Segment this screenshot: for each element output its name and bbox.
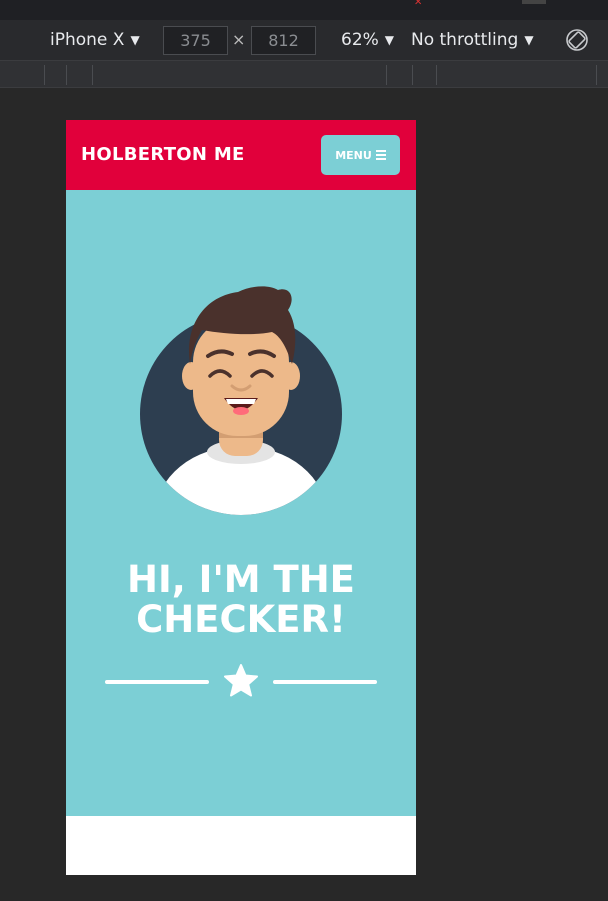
headline-line-1: HI, I'M THE <box>127 558 355 601</box>
avatar-illustration <box>140 286 342 515</box>
hero-headline: HI, I'M THE CHECKER! <box>66 560 416 640</box>
brand-logo[interactable]: HOLBERTON ME <box>81 120 245 190</box>
width-input[interactable]: 375 <box>163 26 228 55</box>
device-select[interactable]: iPhone X ▼ <box>50 20 140 60</box>
star-icon <box>224 664 258 697</box>
throttling-select[interactable]: No throttling ▼ <box>411 20 534 60</box>
zoom-select[interactable]: 62% ▼ <box>341 20 394 60</box>
page-below-fold <box>66 816 416 875</box>
rotate-icon[interactable] <box>565 28 589 52</box>
top-strip-block <box>522 0 546 4</box>
divider-line-left <box>105 680 209 684</box>
chevron-down-icon: ▼ <box>130 33 140 47</box>
divider-line-right <box>273 680 377 684</box>
throttling-value: No throttling <box>411 30 519 50</box>
device-toolbar: iPhone X ▼ 375 × 812 62% ▼ No throttling… <box>0 20 608 60</box>
browser-top-strip: ✕ <box>0 0 608 20</box>
height-input[interactable]: 812 <box>251 26 316 55</box>
menu-button[interactable]: MENU <box>321 135 400 175</box>
close-tab-icon[interactable]: ✕ <box>414 0 428 5</box>
media-query-bar[interactable] <box>0 60 608 88</box>
dimension-separator: × <box>232 30 246 49</box>
device-viewport: HOLBERTON ME MENU HI, I'M THE CHECKER! <box>66 120 416 875</box>
menu-label: MENU <box>335 148 372 162</box>
hamburger-icon <box>375 148 386 162</box>
hero-section: HI, I'M THE CHECKER! <box>66 190 416 816</box>
chevron-down-icon: ▼ <box>524 33 534 47</box>
chevron-down-icon: ▼ <box>384 33 395 47</box>
device-name: iPhone X <box>50 30 125 50</box>
star-divider <box>105 664 377 698</box>
headline-line-2: CHECKER! <box>136 598 346 641</box>
zoom-value: 62% <box>341 30 379 50</box>
site-header: HOLBERTON ME MENU <box>66 120 416 190</box>
